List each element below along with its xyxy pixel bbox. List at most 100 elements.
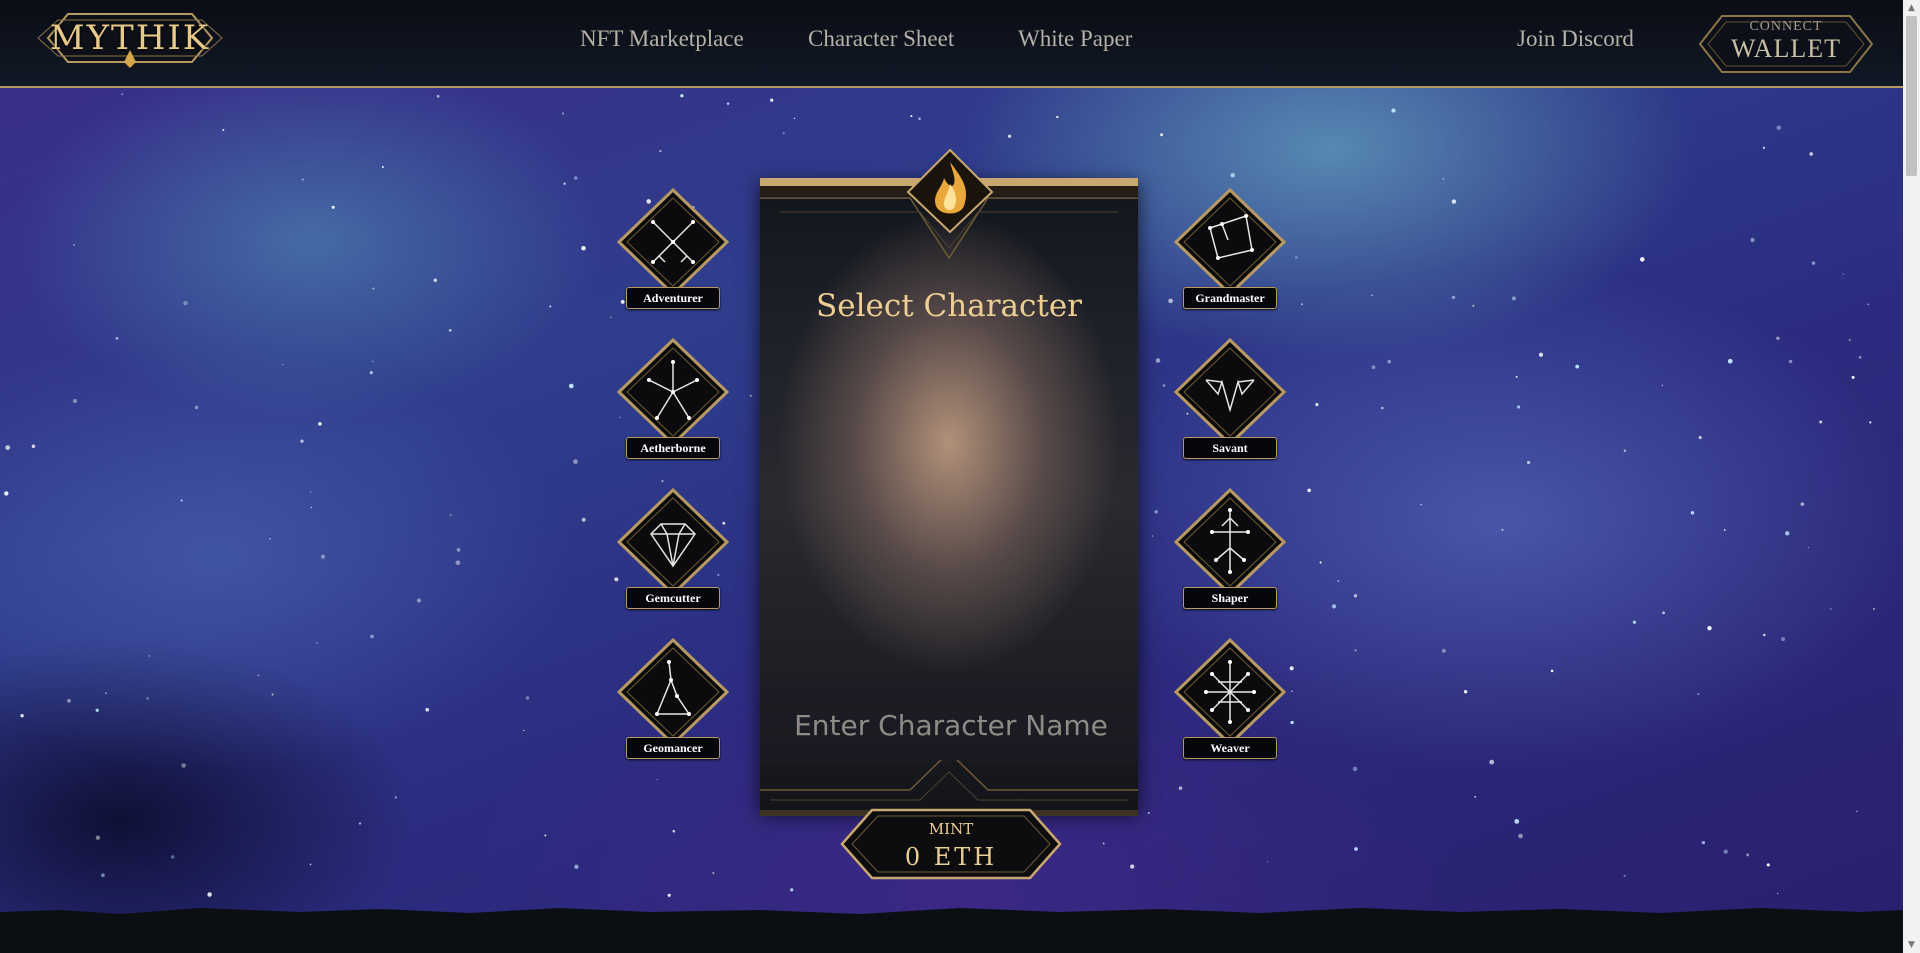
scroll-up-arrow-icon[interactable]: ▲	[1903, 0, 1920, 16]
star	[1515, 375, 1518, 378]
star	[1851, 375, 1855, 379]
scroll-thumb[interactable]	[1906, 16, 1917, 176]
class-adventurer[interactable]: Adventurer	[615, 188, 731, 316]
star	[1371, 294, 1373, 297]
star	[1352, 766, 1358, 772]
star	[271, 693, 274, 696]
star	[20, 714, 24, 718]
star	[1872, 607, 1876, 610]
star	[1514, 819, 1520, 824]
star	[1056, 115, 1059, 119]
star	[672, 829, 676, 833]
star	[610, 316, 612, 318]
footer-dark-band	[0, 908, 1903, 953]
top-navbar: MYTHIK NFT Marketplace Character Sheet W…	[0, 0, 1920, 88]
star	[1800, 502, 1805, 506]
class-aetherborne[interactable]: Aetherborne	[615, 338, 731, 466]
class-savant[interactable]: Savant	[1172, 338, 1288, 466]
star	[183, 300, 188, 306]
star	[1746, 853, 1750, 857]
star	[4, 491, 9, 496]
nav-nft-marketplace[interactable]: NFT Marketplace	[580, 26, 744, 52]
star	[1451, 199, 1457, 204]
star	[1848, 338, 1851, 342]
star	[5, 445, 11, 450]
star	[1632, 620, 1636, 624]
class-shaper[interactable]: Shaper	[1172, 488, 1288, 616]
star	[667, 893, 671, 897]
star	[1151, 535, 1154, 537]
mint-label: MINT	[928, 820, 974, 838]
class-grandmaster[interactable]: Grandmaster	[1172, 188, 1288, 316]
star	[793, 117, 796, 120]
star	[1518, 833, 1523, 839]
star	[425, 707, 430, 712]
star	[1707, 626, 1712, 631]
star	[1290, 720, 1294, 725]
star	[1337, 580, 1340, 582]
grandmaster-constellation-icon	[1173, 188, 1287, 292]
star	[315, 641, 318, 644]
star	[67, 698, 71, 703]
star	[31, 444, 36, 449]
star	[1178, 786, 1183, 790]
star	[369, 371, 373, 375]
star	[574, 176, 578, 180]
star	[1301, 303, 1303, 306]
star	[300, 439, 304, 443]
star	[1517, 405, 1521, 409]
star	[1319, 561, 1322, 564]
star	[372, 360, 374, 363]
star	[148, 655, 151, 657]
connect-wallet-button[interactable]: CONNECT WALLET	[1698, 14, 1874, 74]
savant-crown-icon	[1173, 338, 1287, 442]
mythik-logo[interactable]: MYTHIK	[34, 6, 226, 70]
star	[1550, 669, 1554, 673]
nav-character-sheet[interactable]: Character Sheet	[808, 26, 954, 52]
star	[749, 394, 752, 397]
class-label: Shaper	[1183, 587, 1277, 609]
scroll-down-arrow-icon[interactable]: ▼	[1903, 937, 1920, 953]
star	[1511, 296, 1516, 301]
class-gemcutter[interactable]: Gemcutter	[615, 488, 731, 616]
star	[1441, 648, 1446, 653]
join-discord-link[interactable]: Join Discord	[1517, 26, 1634, 52]
star	[358, 822, 362, 825]
star	[1750, 237, 1755, 243]
wallet-connect-label: CONNECT	[1749, 19, 1823, 34]
star	[101, 873, 105, 878]
class-label: Gemcutter	[626, 587, 720, 609]
star	[1662, 611, 1665, 615]
star	[549, 305, 552, 308]
page-scrollbar[interactable]: ▲ ▼	[1903, 0, 1920, 953]
star	[680, 94, 684, 98]
star	[301, 178, 304, 181]
star	[1353, 594, 1358, 598]
nav-white-paper[interactable]: White Paper	[1018, 26, 1132, 52]
star	[1640, 257, 1645, 262]
star	[95, 835, 101, 840]
star	[73, 244, 75, 246]
star	[581, 246, 586, 251]
star	[269, 537, 271, 540]
class-weaver[interactable]: Weaver	[1172, 638, 1288, 766]
star	[563, 182, 566, 185]
class-geomancer[interactable]: Geomancer	[615, 638, 731, 766]
star	[310, 506, 312, 509]
star	[790, 888, 794, 892]
flame-icon	[906, 148, 994, 234]
star	[1315, 403, 1319, 407]
star	[1819, 420, 1823, 424]
star	[222, 128, 225, 132]
mint-price: 0 ETH	[904, 843, 998, 871]
star	[1007, 134, 1012, 138]
star	[436, 94, 440, 98]
star	[1867, 303, 1870, 306]
class-label: Weaver	[1183, 737, 1277, 759]
star	[1391, 108, 1396, 113]
star	[331, 205, 335, 209]
star	[1354, 847, 1358, 851]
star	[1289, 666, 1294, 671]
class-label: Adventurer	[626, 287, 720, 309]
character-name-input[interactable]	[790, 700, 1112, 750]
